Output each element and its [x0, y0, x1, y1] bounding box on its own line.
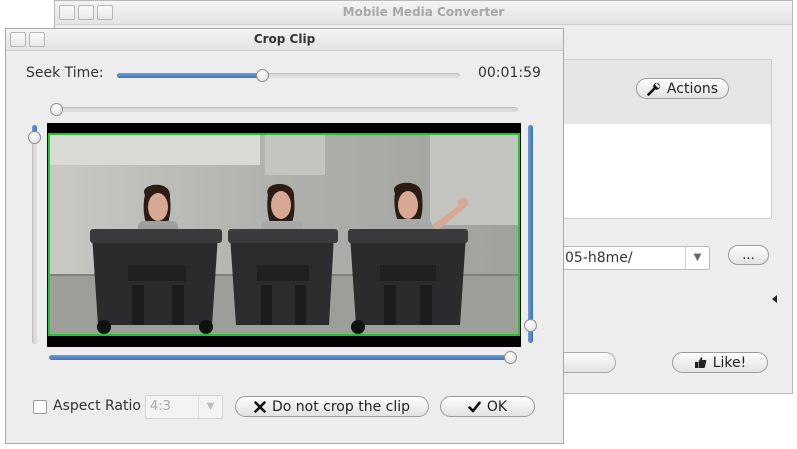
main-window-title: Mobile Media Converter	[342, 5, 505, 19]
actions-button-label: Actions	[666, 80, 719, 97]
main-window-titlebar: Mobile Media Converter	[55, 1, 792, 25]
seek-time-value: 00:01:59	[478, 65, 541, 81]
ok-button-label: OK	[486, 398, 508, 415]
crop-bottom-slider-fill	[49, 355, 516, 360]
seek-slider[interactable]	[117, 69, 460, 82]
x-icon	[254, 400, 266, 413]
crop-right-slider-fill	[528, 125, 533, 343]
aspect-ratio-checkbox[interactable]	[33, 400, 47, 414]
aspect-ratio-label: Aspect Ratio	[53, 398, 141, 414]
no-crop-button-label: Do not crop the clip	[271, 398, 410, 415]
collapse-arrow-icon[interactable]	[772, 295, 777, 303]
chevron-down-icon: ▼	[198, 396, 222, 418]
seek-time-label: Seek Time:	[26, 65, 104, 81]
chevron-down-icon[interactable]: ▼	[685, 247, 709, 269]
output-path-combo[interactable]: 05-h8me/ ▼	[563, 246, 710, 270]
crop-rectangle[interactable]	[48, 133, 520, 336]
aspect-ratio-combo: 4:3 ▼	[145, 395, 223, 419]
crop-dialog-titlebar: Crop Clip	[6, 29, 563, 51]
crop-right-slider-handle[interactable]	[524, 319, 537, 332]
browse-button[interactable]: ...	[728, 245, 769, 265]
crop-clip-dialog: Crop Clip Seek Time: 00:01:59 Aspect Rat…	[5, 28, 564, 444]
wrench-icon	[647, 82, 660, 96]
dialog-title: Crop Clip	[253, 32, 316, 46]
crop-left-slider-handle[interactable]	[28, 131, 41, 144]
crop-top-slider[interactable]	[50, 103, 518, 116]
thumbs-up-icon	[694, 357, 707, 368]
crop-right-slider[interactable]	[524, 125, 537, 343]
like-button-label: Like!	[712, 354, 747, 371]
convert-button[interactable]	[563, 352, 616, 373]
like-button[interactable]: Like!	[672, 352, 768, 373]
aspect-ratio-value: 4:3	[150, 399, 171, 414]
checkmark-icon	[468, 401, 481, 412]
video-preview[interactable]	[47, 123, 521, 347]
crop-bottom-slider-handle[interactable]	[504, 351, 517, 364]
browse-button-label: ...	[742, 247, 755, 263]
ok-button[interactable]: OK	[440, 396, 535, 417]
seek-slider-handle[interactable]	[256, 69, 269, 82]
crop-bottom-slider[interactable]	[49, 351, 517, 364]
output-path-value: 05-h8me/	[565, 250, 633, 266]
no-crop-button[interactable]: Do not crop the clip	[235, 396, 429, 417]
video-frame-image	[50, 135, 518, 334]
crop-left-slider[interactable]	[28, 125, 41, 344]
crop-top-slider-handle[interactable]	[50, 103, 63, 116]
actions-button[interactable]: Actions	[636, 78, 729, 99]
seek-slider-fill	[117, 73, 262, 78]
